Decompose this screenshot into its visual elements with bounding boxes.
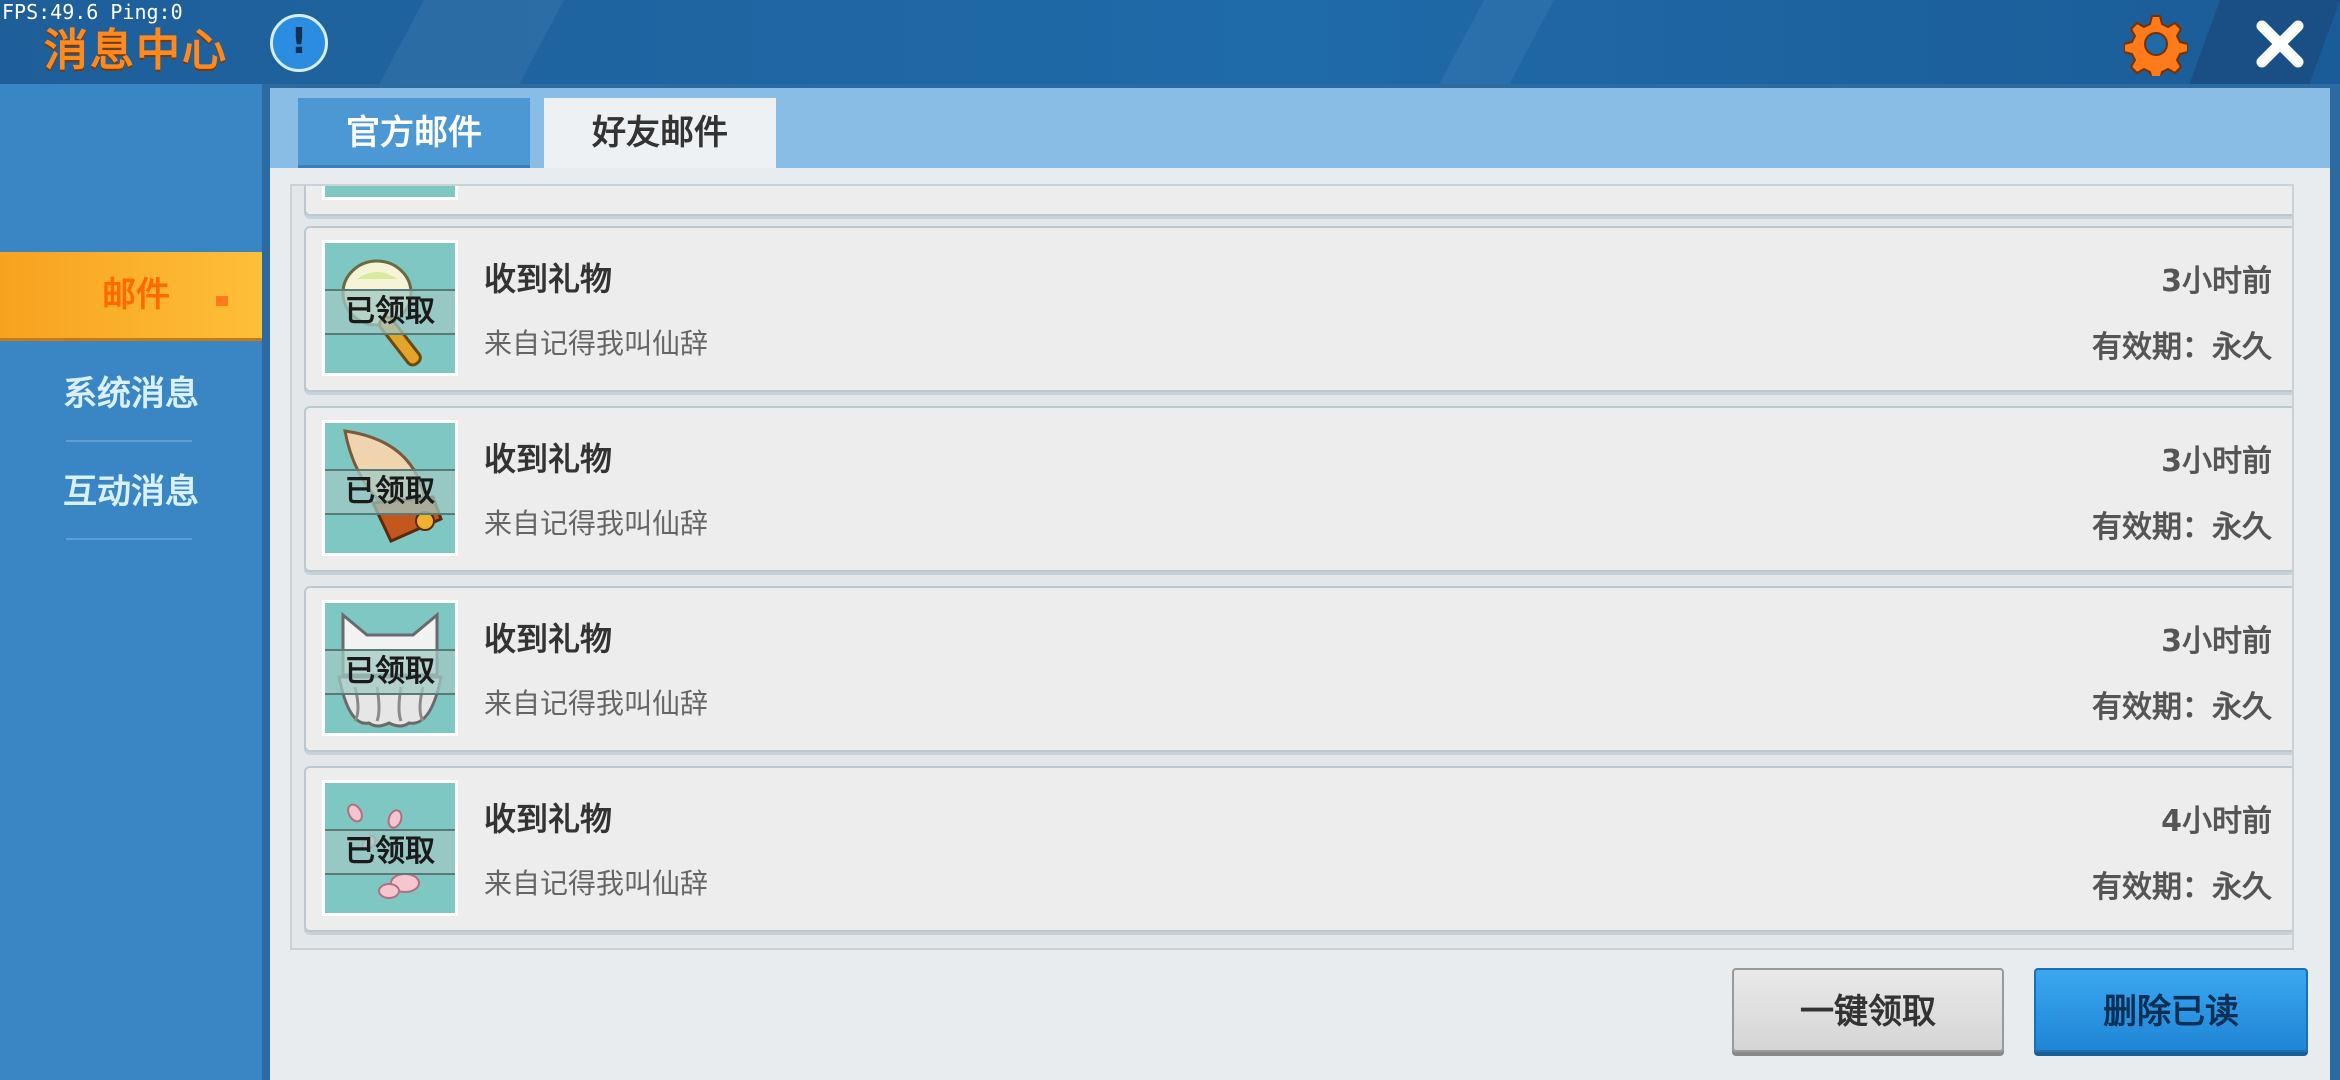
- divider: [66, 440, 192, 442]
- gift-thumbnail: [322, 186, 458, 200]
- settings-button[interactable]: [2123, 12, 2189, 81]
- mail-item-partial[interactable]: [304, 186, 2292, 216]
- mail-validity: 有效期：永久: [2092, 870, 2272, 905]
- sidebar: 邮件 系统消息 互动消息: [0, 84, 272, 1080]
- sidebar-item-label: 邮件: [102, 275, 170, 315]
- sidebar-item-label: 互动消息: [63, 472, 199, 512]
- mail-item[interactable]: 已领取 收到礼物 来自记得我叫仙辞 3小时前 有效期：永久: [304, 406, 2292, 572]
- close-icon: [2256, 20, 2304, 68]
- tab-bar: 官方邮件 好友邮件: [270, 88, 2330, 172]
- mail-sender: 来自记得我叫仙辞: [484, 327, 709, 360]
- sakura-petals-icon: 已领取: [322, 780, 458, 916]
- mail-title: 收到礼物: [484, 620, 613, 658]
- mail-item[interactable]: 已领取 收到礼物 来自记得我叫仙辞 3小时前 有效期：永久: [304, 226, 2292, 392]
- close-button[interactable]: [2250, 14, 2310, 74]
- sidebar-item-mail[interactable]: 邮件: [0, 252, 272, 338]
- bubble-wand-icon: 已领取: [322, 240, 458, 376]
- mail-time: 3小时前: [2161, 444, 2272, 479]
- sidebar-item-interaction-messages[interactable]: 互动消息: [0, 444, 262, 540]
- divider: [66, 538, 192, 540]
- sidebar-item-label: 系统消息: [63, 374, 199, 414]
- mail-title: 收到礼物: [484, 260, 613, 298]
- exclamation-icon: !: [290, 21, 308, 62]
- top-bar: 消息中心 !: [0, 0, 2340, 84]
- gear-icon: [2123, 15, 2189, 81]
- claimed-badge: 已领取: [325, 829, 455, 875]
- claimed-badge: 已领取: [325, 469, 455, 515]
- mail-validity: 有效期：永久: [2092, 510, 2272, 545]
- mail-panel: 已领取 收到礼物 来自记得我叫仙辞 3小时前 有效期：永久 已领取 收到礼物 来…: [270, 168, 2330, 1080]
- mail-title: 收到礼物: [484, 440, 613, 478]
- mail-item[interactable]: 已领取 收到礼物 来自记得我叫仙辞 4小时前 有效期：永久: [304, 766, 2292, 932]
- mail-title: 收到礼物: [484, 800, 613, 838]
- mail-list[interactable]: 已领取 收到礼物 来自记得我叫仙辞 3小时前 有效期：永久 已领取 收到礼物 来…: [290, 184, 2294, 950]
- mail-time: 4小时前: [2161, 804, 2272, 839]
- sidebar-item-system-messages[interactable]: 系统消息: [0, 346, 262, 442]
- selected-indicator: [216, 296, 228, 306]
- claim-all-button[interactable]: 一键领取: [1732, 968, 2004, 1052]
- info-button[interactable]: !: [270, 14, 328, 72]
- fps-overlay: FPS:49.6 Ping:0: [2, 0, 183, 24]
- claimed-badge: 已领取: [325, 649, 455, 695]
- tab-friend-mail[interactable]: 好友邮件: [544, 98, 776, 172]
- tab-official-mail[interactable]: 官方邮件: [298, 98, 530, 168]
- delete-read-button[interactable]: 删除已读: [2034, 968, 2308, 1052]
- mail-sender: 来自记得我叫仙辞: [484, 687, 709, 720]
- mail-sender: 来自记得我叫仙辞: [484, 867, 709, 900]
- mail-item[interactable]: 已领取 收到礼物 来自记得我叫仙辞 3小时前 有效期：永久: [304, 586, 2292, 752]
- mail-sender: 来自记得我叫仙辞: [484, 507, 709, 540]
- mail-validity: 有效期：永久: [2092, 330, 2272, 365]
- header-decoration: [1430, 0, 1560, 84]
- claimed-badge: 已领取: [325, 289, 455, 335]
- horn-shell-icon: 已领取: [322, 420, 458, 556]
- mail-time: 3小时前: [2161, 264, 2272, 299]
- cat-ear-hat-icon: 已领取: [322, 600, 458, 736]
- main-panel: 官方邮件 好友邮件 已领取 收到礼物 来自记得我叫仙辞 3小时前 有效期：永久 …: [262, 84, 2340, 1080]
- mail-time: 3小时前: [2161, 624, 2272, 659]
- mail-validity: 有效期：永久: [2092, 690, 2272, 725]
